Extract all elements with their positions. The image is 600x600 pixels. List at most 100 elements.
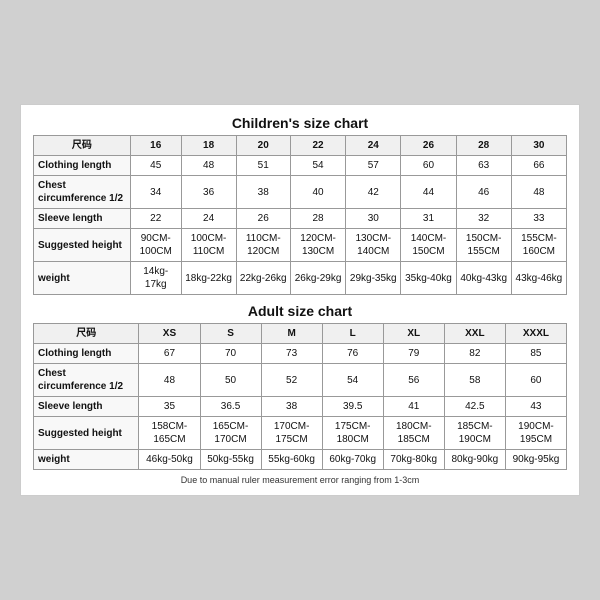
- cell-3-2: 110CM-120CM: [236, 229, 290, 262]
- cell-2-1: 24: [181, 209, 236, 229]
- cell-3-7: 155CM-160CM: [511, 229, 566, 262]
- table-row: Sleeve length3536.53839.54142.543: [34, 397, 567, 417]
- cell-2-1: 36.5: [200, 397, 261, 417]
- col-header-2: S: [200, 324, 261, 344]
- row-label-2: Sleeve length: [34, 397, 139, 417]
- cell-1-6: 60: [505, 364, 566, 397]
- cell-2-5: 31: [401, 209, 456, 229]
- cell-0-1: 70: [200, 344, 261, 364]
- col-header-5: XL: [383, 324, 444, 344]
- col-header-0: 尺码: [34, 136, 131, 156]
- row-label-4: weight: [34, 450, 139, 470]
- col-header-1: 16: [130, 136, 181, 156]
- table-row: Suggested height90CM-100CM100CM-110CM110…: [34, 229, 567, 262]
- col-header-7: 28: [456, 136, 511, 156]
- cell-1-2: 52: [261, 364, 322, 397]
- cell-4-3: 60kg-70kg: [322, 450, 383, 470]
- cell-4-4: 70kg-80kg: [383, 450, 444, 470]
- cell-2-4: 41: [383, 397, 444, 417]
- cell-0-0: 67: [139, 344, 200, 364]
- cell-1-6: 46: [456, 176, 511, 209]
- cell-2-0: 22: [130, 209, 181, 229]
- adult-size-table: 尺码XSSMLXLXXLXXXL Clothing length67707376…: [33, 323, 567, 470]
- cell-1-3: 40: [290, 176, 345, 209]
- col-header-4: 22: [290, 136, 345, 156]
- cell-0-5: 60: [401, 156, 456, 176]
- cell-0-0: 45: [130, 156, 181, 176]
- cell-3-2: 170CM-175CM: [261, 417, 322, 450]
- table-row: weight14kg-17kg18kg-22kg22kg-26kg26kg-29…: [34, 262, 567, 295]
- col-header-6: XXL: [444, 324, 505, 344]
- cell-3-3: 120CM-130CM: [290, 229, 345, 262]
- cell-0-4: 79: [383, 344, 444, 364]
- cell-1-4: 42: [346, 176, 401, 209]
- cell-4-5: 35kg-40kg: [401, 262, 456, 295]
- cell-4-7: 43kg-46kg: [511, 262, 566, 295]
- cell-1-0: 48: [139, 364, 200, 397]
- cell-4-2: 55kg-60kg: [261, 450, 322, 470]
- cell-3-1: 165CM-170CM: [200, 417, 261, 450]
- cell-1-3: 54: [322, 364, 383, 397]
- table-row: Clothing length67707376798285: [34, 344, 567, 364]
- cell-0-6: 63: [456, 156, 511, 176]
- cell-1-4: 56: [383, 364, 444, 397]
- col-header-6: 26: [401, 136, 456, 156]
- cell-1-1: 50: [200, 364, 261, 397]
- row-label-2: Sleeve length: [34, 209, 131, 229]
- cell-0-3: 54: [290, 156, 345, 176]
- cell-4-3: 26kg-29kg: [290, 262, 345, 295]
- cell-4-1: 50kg-55kg: [200, 450, 261, 470]
- cell-1-5: 44: [401, 176, 456, 209]
- cell-3-1: 100CM-110CM: [181, 229, 236, 262]
- row-label-0: Clothing length: [34, 156, 131, 176]
- cell-0-4: 57: [346, 156, 401, 176]
- cell-3-3: 175CM-180CM: [322, 417, 383, 450]
- cell-0-3: 76: [322, 344, 383, 364]
- table-row: Chest circumference 1/248505254565860: [34, 364, 567, 397]
- col-header-4: L: [322, 324, 383, 344]
- cell-2-2: 38: [261, 397, 322, 417]
- table-row: weight46kg-50kg50kg-55kg55kg-60kg60kg-70…: [34, 450, 567, 470]
- cell-0-1: 48: [181, 156, 236, 176]
- cell-2-5: 42.5: [444, 397, 505, 417]
- cell-4-6: 90kg-95kg: [505, 450, 566, 470]
- cell-0-5: 82: [444, 344, 505, 364]
- cell-3-5: 185CM-190CM: [444, 417, 505, 450]
- cell-3-0: 90CM-100CM: [130, 229, 181, 262]
- cell-2-3: 28: [290, 209, 345, 229]
- row-label-1: Chest circumference 1/2: [34, 364, 139, 397]
- col-header-3: 20: [236, 136, 290, 156]
- size-chart-wrapper: Children's size chart 尺码1618202224262830…: [20, 104, 580, 496]
- cell-2-0: 35: [139, 397, 200, 417]
- cell-2-4: 30: [346, 209, 401, 229]
- cell-0-2: 51: [236, 156, 290, 176]
- row-label-3: Suggested height: [34, 417, 139, 450]
- cell-2-2: 26: [236, 209, 290, 229]
- row-label-4: weight: [34, 262, 131, 295]
- col-header-1: XS: [139, 324, 200, 344]
- cell-3-6: 150CM-155CM: [456, 229, 511, 262]
- adult-chart-title: Adult size chart: [33, 303, 567, 319]
- cell-1-5: 58: [444, 364, 505, 397]
- cell-1-2: 38: [236, 176, 290, 209]
- row-label-0: Clothing length: [34, 344, 139, 364]
- cell-2-7: 33: [511, 209, 566, 229]
- table-row: Sleeve length2224262830313233: [34, 209, 567, 229]
- cell-4-0: 14kg-17kg: [130, 262, 181, 295]
- children-size-table: 尺码1618202224262830 Clothing length454851…: [33, 135, 567, 295]
- cell-2-6: 32: [456, 209, 511, 229]
- cell-4-0: 46kg-50kg: [139, 450, 200, 470]
- col-header-2: 18: [181, 136, 236, 156]
- col-header-0: 尺码: [34, 324, 139, 344]
- cell-4-2: 22kg-26kg: [236, 262, 290, 295]
- col-header-7: XXXL: [505, 324, 566, 344]
- cell-2-3: 39.5: [322, 397, 383, 417]
- col-header-5: 24: [346, 136, 401, 156]
- table-row: Clothing length4548515457606366: [34, 156, 567, 176]
- cell-3-6: 190CM-195CM: [505, 417, 566, 450]
- table-row: Chest circumference 1/23436384042444648: [34, 176, 567, 209]
- cell-3-0: 158CM-165CM: [139, 417, 200, 450]
- cell-4-1: 18kg-22kg: [181, 262, 236, 295]
- cell-4-5: 80kg-90kg: [444, 450, 505, 470]
- cell-1-1: 36: [181, 176, 236, 209]
